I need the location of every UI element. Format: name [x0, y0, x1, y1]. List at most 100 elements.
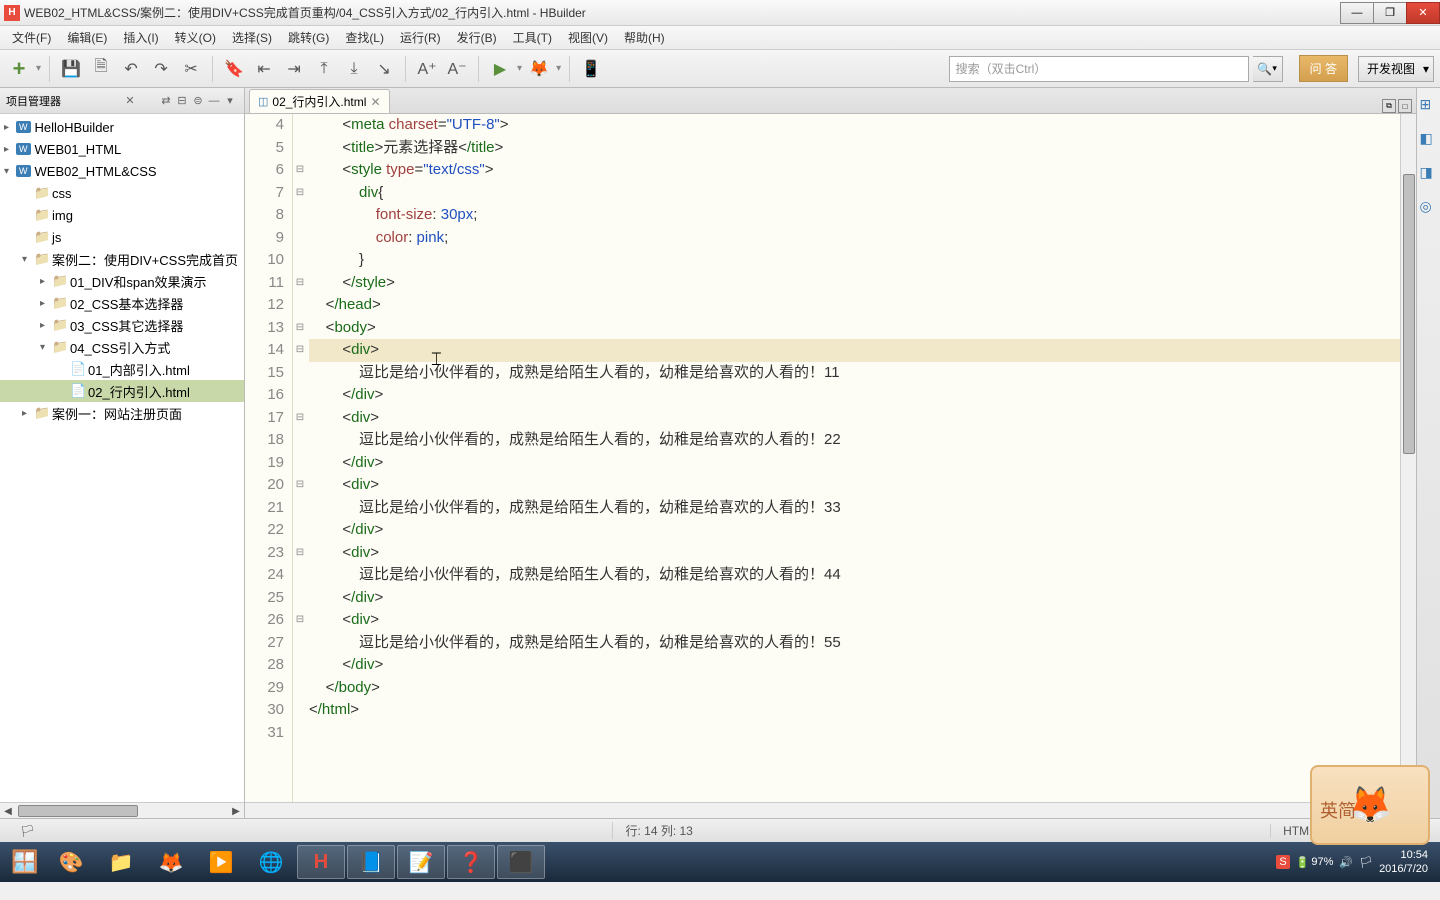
run-button[interactable]: ▶ — [487, 56, 513, 82]
close-panel-icon[interactable]: ✕ — [122, 94, 138, 107]
menu-item[interactable]: 帮助(H) — [616, 27, 673, 48]
fold-gutter[interactable]: ⊟⊟⊟⊟⊟⊟⊟⊟⊟ — [293, 114, 307, 802]
font-inc-button[interactable]: A⁺ — [414, 56, 440, 82]
tb-app1[interactable]: 🎨 — [47, 845, 95, 879]
file-icon: ◫ — [258, 95, 268, 108]
tb-firefox[interactable]: 🦊 — [147, 845, 195, 879]
search-input[interactable]: 搜索（双击Ctrl） — [949, 56, 1249, 82]
tree-node[interactable]: ▸WWEB01_HTML — [0, 138, 244, 160]
collapse-icon[interactable]: ⊟ — [174, 94, 190, 107]
menu-item[interactable]: 文件(F) — [4, 27, 59, 48]
status-indicator: 🏳 — [8, 824, 47, 838]
view-selector[interactable]: 开发视图 — [1358, 56, 1434, 82]
tab-active[interactable]: ◫ 02_行内引入.html ✕ — [249, 89, 390, 113]
browser-button[interactable]: 🦊 — [526, 56, 552, 82]
device-button[interactable]: 📱 — [578, 56, 604, 82]
nav2-button[interactable]: ⇥ — [281, 56, 307, 82]
cut-button[interactable]: ✂ — [178, 56, 204, 82]
min-icon[interactable]: — — [206, 95, 222, 107]
tb-word[interactable]: 📘 — [347, 845, 395, 879]
tree-node[interactable]: 📁img — [0, 204, 244, 226]
menu-item[interactable]: 工具(T) — [505, 27, 560, 48]
nav1-button[interactable]: ⇤ — [251, 56, 277, 82]
tree-node[interactable]: 📄01_内部引入.html — [0, 358, 244, 380]
menu-item[interactable]: 转义(O) — [167, 27, 224, 48]
tree-node[interactable]: ▾📁案例二：使用DIV+CSS完成首页 — [0, 248, 244, 270]
editor-vscroll[interactable] — [1400, 114, 1416, 802]
bookmark-button[interactable]: 🔖 — [221, 56, 247, 82]
flag-icon[interactable]: 🏳 — [1359, 856, 1373, 869]
maximize-button[interactable]: ❐ — [1373, 2, 1407, 24]
tree-node[interactable]: 📁css — [0, 182, 244, 204]
save-all-button[interactable]: 🗎 — [88, 56, 114, 82]
tree-label: 04_CSS引入方式 — [70, 338, 170, 357]
tb-hbuilder[interactable]: H — [297, 845, 345, 879]
undo-button[interactable]: ↶ — [118, 56, 144, 82]
menu-item[interactable]: 跳转(G) — [280, 27, 337, 48]
menu-item[interactable]: 查找(L) — [337, 27, 392, 48]
tree-node[interactable]: ▸📁01_DIV和span效果演示 — [0, 270, 244, 292]
battery-icon[interactable]: 🔋97% — [1296, 856, 1334, 869]
editor-hscroll[interactable] — [245, 802, 1416, 818]
code-text[interactable]: <meta charset="UTF-8"> <title>元素选择器</tit… — [307, 114, 1400, 802]
taskbar: 🪟 🎨 📁 🦊 ▶️ 🌐 H 📘 📝 ❓ ⬛ S 🔋97% 🔊 🏳 10:54 … — [0, 842, 1440, 882]
close-button[interactable]: ✕ — [1406, 2, 1440, 24]
outline-icon[interactable]: ⊞ — [1420, 96, 1438, 114]
nav4-button[interactable]: ⤓ — [341, 56, 367, 82]
code-editor[interactable]: 4567891011121314151617181920212223242526… — [245, 114, 1416, 802]
tool2-icon[interactable]: ◨ — [1420, 164, 1438, 182]
filter-icon[interactable]: ⊜ — [190, 94, 206, 107]
tb-chrome[interactable]: 🌐 — [247, 845, 295, 879]
font-dec-button[interactable]: A⁻ — [444, 56, 470, 82]
minimize-button[interactable]: — — [1340, 2, 1374, 24]
tree-label: css — [52, 186, 72, 201]
menu-item[interactable]: 视图(V) — [560, 27, 616, 48]
save-button[interactable]: 💾 — [58, 56, 84, 82]
nav5-button[interactable]: ↘ — [371, 56, 397, 82]
tb-media[interactable]: ▶️ — [197, 845, 245, 879]
max-icon[interactable]: □ — [1398, 99, 1412, 113]
menu-item[interactable]: 发行(B) — [449, 27, 505, 48]
tree-node[interactable]: ▸📁案例一：网站注册页面 — [0, 402, 244, 424]
nav3-button[interactable]: ⤒ — [311, 56, 337, 82]
tool3-icon[interactable]: ◎ — [1420, 198, 1438, 216]
menu-icon[interactable]: ▾ — [222, 94, 238, 107]
network-icon[interactable]: 🔊 — [1339, 856, 1353, 869]
menu-item[interactable]: 运行(R) — [392, 27, 449, 48]
ime-icon[interactable]: S — [1276, 855, 1289, 869]
link-icon[interactable]: ⇄ — [158, 94, 174, 107]
project-tree[interactable]: ▸WHelloHBuilder▸WWEB01_HTML▾WWEB02_HTML&… — [0, 114, 244, 802]
tree-node[interactable]: 📁js — [0, 226, 244, 248]
tree-node[interactable]: ▸WHelloHBuilder — [0, 116, 244, 138]
tree-node[interactable]: ▾WWEB02_HTML&CSS — [0, 160, 244, 182]
line-gutter: 4567891011121314151617181920212223242526… — [245, 114, 293, 802]
menu-item[interactable]: 选择(S) — [224, 27, 280, 48]
tb-app2[interactable]: ⬛ — [497, 845, 545, 879]
tree-node[interactable]: ▸📁03_CSS其它选择器 — [0, 314, 244, 336]
tool1-icon[interactable]: ◧ — [1420, 130, 1438, 148]
new-button[interactable]: + — [6, 56, 32, 82]
tab-close-icon[interactable]: ✕ — [370, 95, 380, 109]
tree-label: 案例一：网站注册页面 — [52, 404, 182, 423]
tb-help[interactable]: ❓ — [447, 845, 495, 879]
tree-node[interactable]: 📄02_行内引入.html — [0, 380, 244, 402]
sidebar-hscroll[interactable]: ◀ ▶ — [0, 802, 244, 818]
menu-item[interactable]: 插入(I) — [115, 27, 166, 48]
tb-explorer[interactable]: 📁 — [97, 845, 145, 879]
start-button[interactable]: 🪟 — [4, 845, 46, 879]
tb-notepad[interactable]: 📝 — [397, 845, 445, 879]
tree-label: 02_行内引入.html — [88, 382, 190, 401]
right-rail: ⊞ ◧ ◨ ◎ — [1416, 88, 1440, 818]
assistant-widget[interactable]: 英简 🦊 — [1310, 765, 1430, 845]
scroll-thumb[interactable] — [18, 805, 138, 817]
redo-button[interactable]: ↷ — [148, 56, 174, 82]
tree-node[interactable]: ▸📁02_CSS基本选择器 — [0, 292, 244, 314]
system-tray[interactable]: S 🔋97% 🔊 🏳 10:54 2016/7/20 — [1276, 848, 1436, 876]
clock[interactable]: 10:54 2016/7/20 — [1379, 848, 1428, 876]
restore-icon[interactable]: ⧉ — [1382, 99, 1396, 113]
ask-button[interactable]: 问 答 — [1299, 55, 1348, 82]
tree-node[interactable]: ▾📁04_CSS引入方式 — [0, 336, 244, 358]
sidebar: 项目管理器 ✕ ⇄ ⊟ ⊜ — ▾ ▸WHelloHBuilder▸WWEB01… — [0, 88, 245, 818]
menu-item[interactable]: 编辑(E) — [59, 27, 115, 48]
search-icon[interactable]: 🔍▾ — [1253, 56, 1283, 82]
